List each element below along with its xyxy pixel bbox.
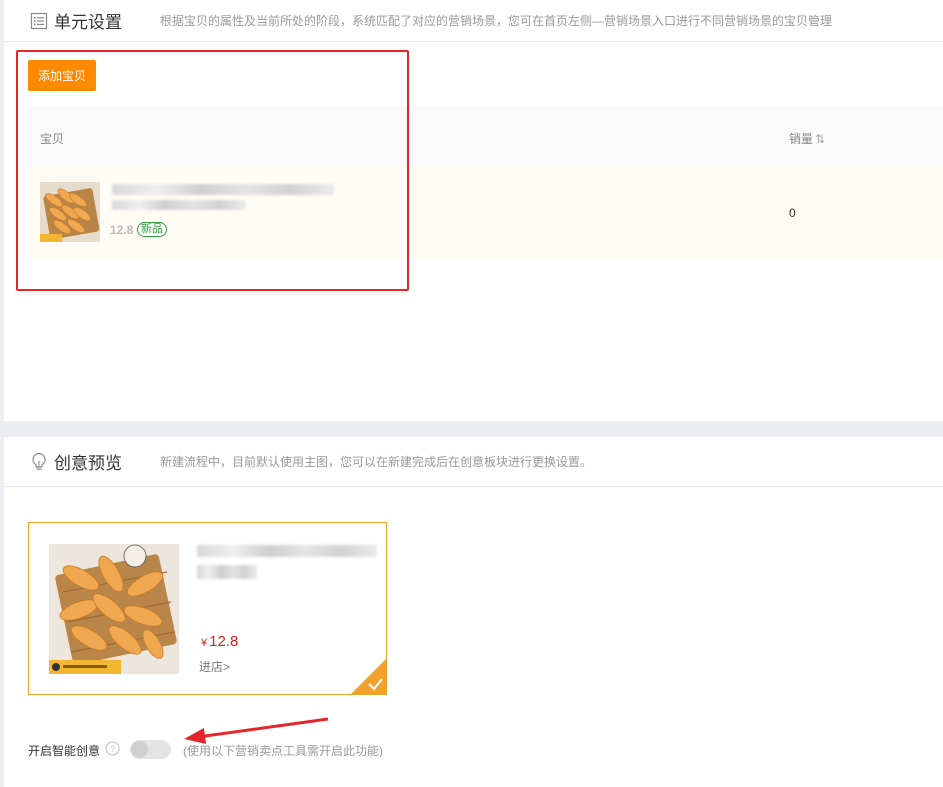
sort-icon[interactable]: ⇅ [815,132,825,146]
creative-image [49,544,179,674]
unit-settings-description: 根据宝贝的属性及当前所处的阶段，系统匹配了对应的营销场景，您可在首页左侧—营销场… [160,14,833,28]
column-header-sales[interactable]: 销量 ⇅ [789,130,825,147]
product-table-header: 宝贝 销量 ⇅ [28,106,943,166]
creative-preview-title: 创意预览 [54,454,122,473]
smart-creative-label: 开启智能创意 [28,744,101,758]
creative-preview-panel: 创意预览 新建流程中，目前默认使用主图，您可以在新建完成后在创意板块进行更换设置… [4,437,943,787]
add-product-button[interactable]: 添加宝贝 [28,60,96,91]
table-row: 12.8 新品 0 [28,166,943,258]
product-title-obscured [112,184,334,195]
sales-label: 销量 [789,132,814,146]
product-price: 12.8 [110,223,134,237]
unit-settings-title: 单元设置 [54,13,122,32]
new-product-badge: 新品 [137,222,167,237]
check-icon [351,659,386,694]
enter-store-link[interactable]: 进店> [199,658,230,675]
unit-settings-header: 单元设置 根据宝贝的属性及当前所处的阶段，系统匹配了对应的营销场景，您可在首页左… [4,0,943,42]
product-sales: 0 [789,206,796,220]
product-subtitle-obscured [112,200,246,210]
list-icon [30,12,48,29]
creative-card[interactable]: ¥12.8 进店> [28,522,387,695]
unit-settings-panel: 单元设置 根据宝贝的属性及当前所处的阶段，系统匹配了对应的营销场景，您可在首页左… [4,0,943,421]
toggle-knob [131,741,148,758]
creative-subtitle-obscured [197,565,257,579]
product-thumbnail [40,182,100,242]
smart-creative-hint: (使用以下营销卖点工具需开启此功能) [183,744,383,758]
bulb-icon [32,452,46,470]
help-icon[interactable]: ? [105,741,120,756]
column-header-product: 宝贝 [40,132,65,146]
creative-preview-description: 新建流程中，目前默认使用主图，您可以在新建完成后在创意板块进行更换设置。 [160,455,593,469]
creative-price-value: 12.8 [209,633,239,650]
svg-text:?: ? [110,744,115,754]
smart-creative-toggle[interactable] [130,740,171,759]
creative-price: ¥12.8 [201,633,238,650]
creative-preview-header: 创意预览 新建流程中，目前默认使用主图，您可以在新建完成后在创意板块进行更换设置… [4,437,943,487]
creative-title-obscured [197,545,377,557]
currency-symbol: ¥ [201,637,208,649]
